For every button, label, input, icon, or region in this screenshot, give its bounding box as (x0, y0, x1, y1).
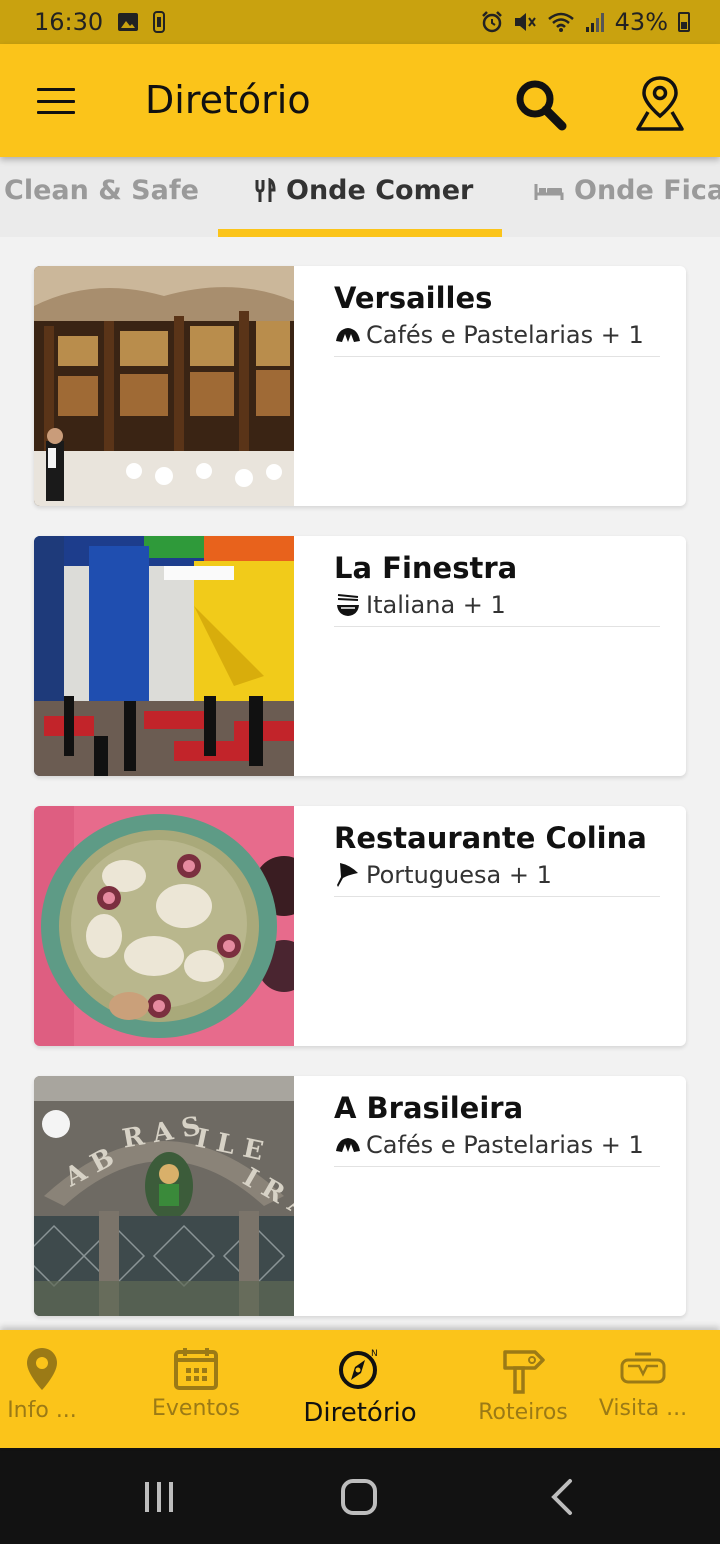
menu-icon-line (37, 99, 75, 103)
wifi-icon (547, 12, 574, 32)
listing-category: Cafés e Pastelarias + 1 (334, 318, 660, 357)
tab-label: Onde Comer (286, 175, 474, 206)
listing-category: Cafés e Pastelarias + 1 (334, 1128, 660, 1167)
listing-photo (34, 536, 294, 776)
tab-label: Onde Ficar (574, 175, 720, 206)
nav-label: Visita ... (598, 1396, 688, 1421)
signpost-icon (503, 1350, 545, 1394)
nav-label: Eventos (152, 1396, 240, 1421)
vr-headset-icon (620, 1352, 666, 1384)
nav-label: Diretório (303, 1398, 417, 1428)
location-pin-icon (27, 1348, 57, 1390)
status-time: 16:30 (34, 8, 104, 36)
nav-diretorio[interactable]: N Diretório (296, 1330, 424, 1448)
tab-label: Clean & Safe (4, 175, 199, 206)
tab-onde-ficar[interactable]: Onde Ficar (534, 175, 720, 206)
page-title: Diretório (145, 78, 311, 122)
listing-category: Portuguesa + 1 (334, 858, 660, 897)
listing-list[interactable]: Versailles Cafés e Pastelarias + 1 La Fi… (0, 237, 720, 1330)
listing-photo (34, 266, 294, 506)
svg-text:N: N (371, 1349, 378, 1359)
listing-category-label: Portuguesa + 1 (366, 861, 552, 889)
battery-percent: 43% (614, 8, 668, 36)
listing-card[interactable]: La Finestra Italiana + 1 (34, 536, 686, 776)
nav-label: Roteiros (478, 1400, 568, 1425)
listing-name: La Finestra (334, 551, 518, 585)
listing-photo (34, 806, 294, 1046)
listing-name: Restaurante Colina (334, 821, 647, 855)
listing-card[interactable]: Restaurante Colina Portuguesa + 1 (34, 806, 686, 1046)
search-icon (516, 80, 567, 131)
app-bar: Diretório (0, 44, 720, 157)
nav-eventos[interactable]: Eventos (140, 1330, 252, 1448)
menu-icon-line (37, 111, 75, 114)
croissant-icon (336, 1138, 360, 1152)
listing-name: Versailles (334, 281, 493, 315)
alarm-icon (481, 11, 502, 33)
fork-knife-icon (255, 177, 276, 202)
menu-button[interactable] (34, 82, 78, 120)
listing-category-label: Italiana + 1 (366, 591, 506, 619)
back-icon (551, 1479, 572, 1515)
listing-name: A Brasileira (334, 1091, 524, 1125)
listing-category: Italiana + 1 (334, 588, 660, 627)
calendar-icon (174, 1348, 218, 1390)
flag-icon (337, 863, 358, 887)
back-button[interactable] (548, 1478, 576, 1516)
nav-roteiros[interactable]: Roteiros (470, 1330, 576, 1448)
home-button[interactable] (340, 1478, 378, 1516)
croissant-icon (336, 328, 360, 342)
nav-visita[interactable]: Visita ... (598, 1330, 688, 1448)
tab-clean-safe[interactable]: Clean & Safe (4, 175, 199, 206)
recent-apps-button[interactable] (142, 1480, 176, 1514)
map-location-button[interactable] (634, 74, 686, 134)
status-bar: 16:30 43% (0, 0, 720, 44)
category-tabs: Clean & Safe Onde Comer Onde Ficar (0, 157, 720, 237)
listing-category-label: Cafés e Pastelarias + 1 (366, 321, 644, 349)
search-button[interactable] (512, 76, 568, 132)
image-notification-icon (118, 13, 139, 31)
battery-icon (678, 12, 690, 32)
bottom-navigation: Info ... Eventos N Diretório Roteiros Vi… (0, 1330, 720, 1448)
recent-apps-icon (145, 1482, 173, 1512)
tab-onde-comer[interactable]: Onde Comer (254, 175, 473, 206)
listing-card[interactable]: A BR A SI L EI R A A Brasileira Cafés e … (34, 1076, 686, 1316)
system-navigation-bar (0, 1448, 720, 1544)
nav-info[interactable]: Info ... (0, 1330, 84, 1448)
active-tab-indicator (218, 229, 502, 237)
nav-label: Info ... (7, 1398, 77, 1423)
bed-icon (534, 183, 564, 200)
phone-notification-icon (153, 11, 166, 33)
noodles-bowl-icon (337, 594, 359, 616)
compass-icon: N (339, 1349, 378, 1389)
listing-photo: A BR A SI L EI R A (34, 1076, 294, 1316)
listing-category-label: Cafés e Pastelarias + 1 (366, 1131, 644, 1159)
mute-icon (514, 13, 536, 31)
signal-icon (585, 13, 604, 32)
home-icon (341, 1479, 377, 1515)
listing-card[interactable]: Versailles Cafés e Pastelarias + 1 (34, 266, 686, 506)
menu-icon-line (37, 88, 75, 91)
map-pin-icon (636, 76, 684, 131)
